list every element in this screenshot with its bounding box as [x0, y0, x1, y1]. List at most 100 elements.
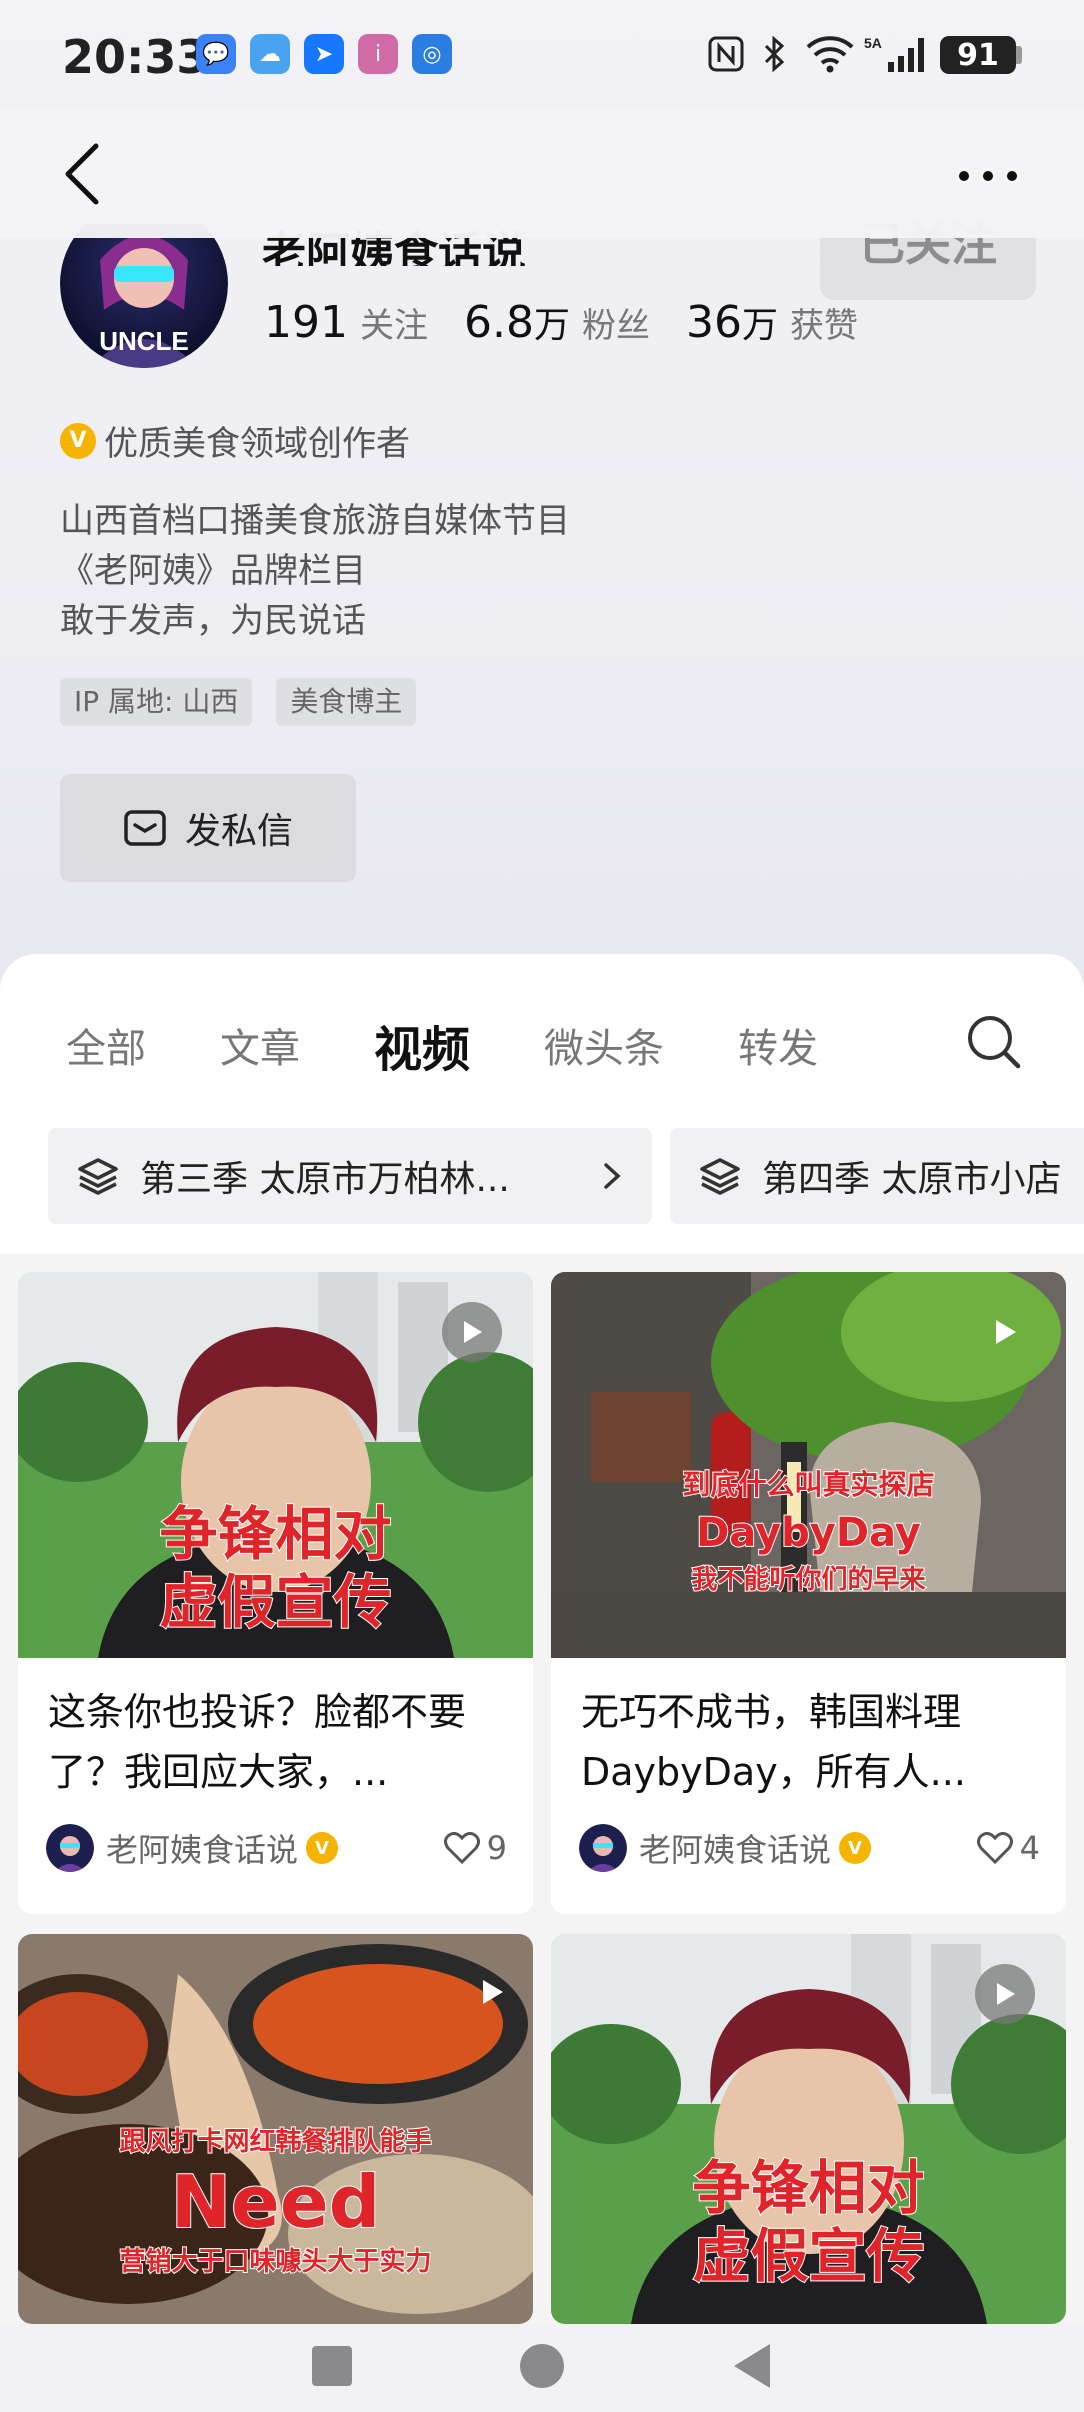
caption-line: 跟风打卡网红韩餐排队能手: [118, 2126, 432, 2158]
send-message-label: 发私信: [184, 811, 293, 852]
following-count[interactable]: 191: [264, 297, 348, 348]
thumbnail-caption: 跟风打卡网红韩餐排队能手 Need 营销大于口味噱头大于实力: [18, 2122, 533, 2282]
thumbnail-caption: 争锋相对 虚假宣传: [551, 2153, 1066, 2291]
collection-list: 第三季 太原市万柏林... 第四季 太原市小店: [48, 1128, 1084, 1224]
collection-title: 第四季 太原市小店: [762, 1159, 1062, 1200]
collection-chip[interactable]: 第四季 太原市小店: [670, 1128, 1084, 1224]
category-tag[interactable]: 美食博主: [276, 678, 417, 726]
likes-count: 36: [685, 297, 742, 348]
bio-line: 敢于发声，为民说话: [60, 601, 366, 641]
video-title[interactable]: 无巧不成书，韩国料理DaybyDay，所有人...: [581, 1682, 1038, 1802]
nfc-icon: [706, 34, 746, 74]
author-name[interactable]: 老阿姨食话说: [639, 1825, 831, 1871]
caption-line: DaybyDay: [695, 1509, 922, 1557]
likes-unit: 万: [741, 305, 778, 346]
author-avatar[interactable]: [579, 1824, 627, 1872]
profile-tags: IP 属地: 山西 美食博主: [60, 678, 417, 726]
followers-label[interactable]: 粉丝: [582, 298, 650, 347]
caption-line: 营销大于口味噱头大于实力: [118, 2246, 432, 2278]
video-title[interactable]: 这条你也投诉？脸都不要了？我回应大家，...: [48, 1682, 505, 1802]
send-message-button[interactable]: 发私信: [60, 774, 356, 882]
browser-app-icon: ◎: [412, 34, 452, 74]
like-count[interactable]: 9: [443, 1829, 507, 1867]
video-meta: 老阿姨食话说 V 9: [46, 1824, 507, 1872]
profile-bio: 山西首档口播美食旅游自媒体节目 《老阿姨》品牌栏目 敢于发声，为民说话: [60, 496, 570, 646]
following-label[interactable]: 关注: [360, 298, 428, 347]
verified-badge-icon: V: [306, 1832, 339, 1864]
verified-badge-icon: V: [839, 1832, 872, 1864]
tab-reposts[interactable]: 转发: [738, 1016, 818, 1074]
play-icon: [975, 1302, 1035, 1362]
play-icon: [442, 1302, 502, 1362]
like-number: 9: [486, 1829, 507, 1867]
video-meta: 老阿姨食话说 V 4: [579, 1824, 1040, 1872]
heart-icon: [443, 1831, 480, 1865]
avatar[interactable]: UNCLE: [60, 224, 228, 368]
layers-icon: [78, 1158, 118, 1195]
video-thumbnail[interactable]: 争锋相对 虚假宣传: [18, 1272, 533, 1658]
network-type-label: 5A: [864, 35, 882, 51]
layers-icon: [700, 1158, 740, 1195]
author-name[interactable]: 老阿姨食话说: [106, 1825, 298, 1871]
tab-articles[interactable]: 文章: [220, 1016, 300, 1074]
recent-apps-button[interactable]: [312, 2346, 352, 2386]
ip-location-tag: IP 属地: 山西: [60, 678, 253, 726]
caption-line: Need: [170, 2160, 381, 2244]
video-card[interactable]: 争锋相对 虚假宣传 这条你也投诉？脸都不要了？我回应大家，... 老阿姨食话说 …: [18, 1272, 533, 1914]
signal-icon: 5A: [864, 34, 928, 74]
bio-line: 山西首档口播美食旅游自媒体节目: [60, 501, 570, 541]
caption-line: 争锋相对: [158, 1499, 392, 1569]
more-options-icon[interactable]: [950, 140, 1026, 200]
thumbnail-caption: 到底什么叫真实探店 DaybyDay 我不能听你们的早来: [551, 1464, 1066, 1600]
tab-videos[interactable]: 视频: [374, 1010, 470, 1080]
play-icon: [462, 1962, 522, 2022]
heart-icon: [976, 1831, 1013, 1865]
weather-app-icon: ☁: [250, 34, 290, 74]
bluetooth-icon: [758, 34, 792, 74]
collection-chip[interactable]: 第三季 太原市万柏林...: [48, 1128, 652, 1224]
caption-line: 虚假宣传: [691, 2221, 925, 2291]
tab-all[interactable]: 全部: [66, 1016, 146, 1074]
video-thumbnail[interactable]: 到底什么叫真实探店 DaybyDay 我不能听你们的早来: [551, 1272, 1066, 1658]
search-icon[interactable]: [964, 1012, 1024, 1072]
home-button[interactable]: [520, 2344, 564, 2388]
avatar-logo-text: UNCLE: [99, 326, 189, 356]
caption-line: 虚假宣传: [158, 1567, 392, 1637]
likes-label: 获赞: [790, 306, 858, 346]
wifi-icon: [804, 34, 856, 74]
video-thumbnail[interactable]: 跟风打卡网红韩餐排队能手 Need 营销大于口味噱头大于实力: [18, 1934, 533, 2324]
video-card[interactable]: 争锋相对 虚假宣传: [551, 1934, 1066, 2324]
certification-text: 优质美食领域创作者: [104, 424, 410, 464]
status-time: 20:33: [62, 30, 209, 84]
battery-tip: [1016, 46, 1022, 64]
verified-badge-icon: V: [60, 422, 96, 459]
top-nav-bar: [0, 110, 1084, 238]
notes-app-icon: i: [358, 34, 398, 74]
author-avatar[interactable]: [46, 1824, 94, 1872]
video-card[interactable]: 到底什么叫真实探店 DaybyDay 我不能听你们的早来 无巧不成书，韩国料理D…: [551, 1272, 1066, 1914]
bio-line: 《老阿姨》品牌栏目: [60, 551, 366, 591]
battery-indicator: 91: [940, 36, 1016, 74]
content-tabs: 全部 文章 视频 微头条 转发: [66, 1010, 892, 1080]
creator-certification: V 优质美食领域创作者: [60, 416, 410, 465]
like-number: 4: [1019, 1829, 1040, 1867]
system-back-button[interactable]: [734, 2344, 770, 2388]
caption-line: 我不能听你们的早来: [690, 1564, 926, 1596]
like-count[interactable]: 4: [976, 1829, 1040, 1867]
followers-count[interactable]: 6.8: [464, 297, 534, 348]
video-thumbnail[interactable]: 争锋相对 虚假宣传: [551, 1934, 1066, 2324]
video-card[interactable]: 跟风打卡网红韩餐排队能手 Need 营销大于口味噱头大于实力: [18, 1934, 533, 2324]
thumbnail-caption: 争锋相对 虚假宣传: [18, 1499, 533, 1637]
followers-unit: 万: [533, 305, 570, 346]
caption-line: 争锋相对: [691, 2153, 925, 2223]
message-app-icon: 💬: [196, 34, 236, 74]
chevron-right-icon: [604, 1163, 621, 1189]
play-icon: [975, 1964, 1035, 2024]
tab-micro-posts[interactable]: 微头条: [544, 1016, 664, 1074]
back-button[interactable]: [56, 138, 116, 210]
caption-line: 到底什么叫真实探店: [681, 1467, 935, 1502]
navigation-app-icon: ➤: [304, 34, 344, 74]
collection-title: 第三季 太原市万柏林...: [140, 1159, 510, 1200]
profile-stats: 191 关注 6.8 万 粉丝 36 万 获赞: [264, 296, 894, 348]
mail-icon: [124, 810, 166, 846]
